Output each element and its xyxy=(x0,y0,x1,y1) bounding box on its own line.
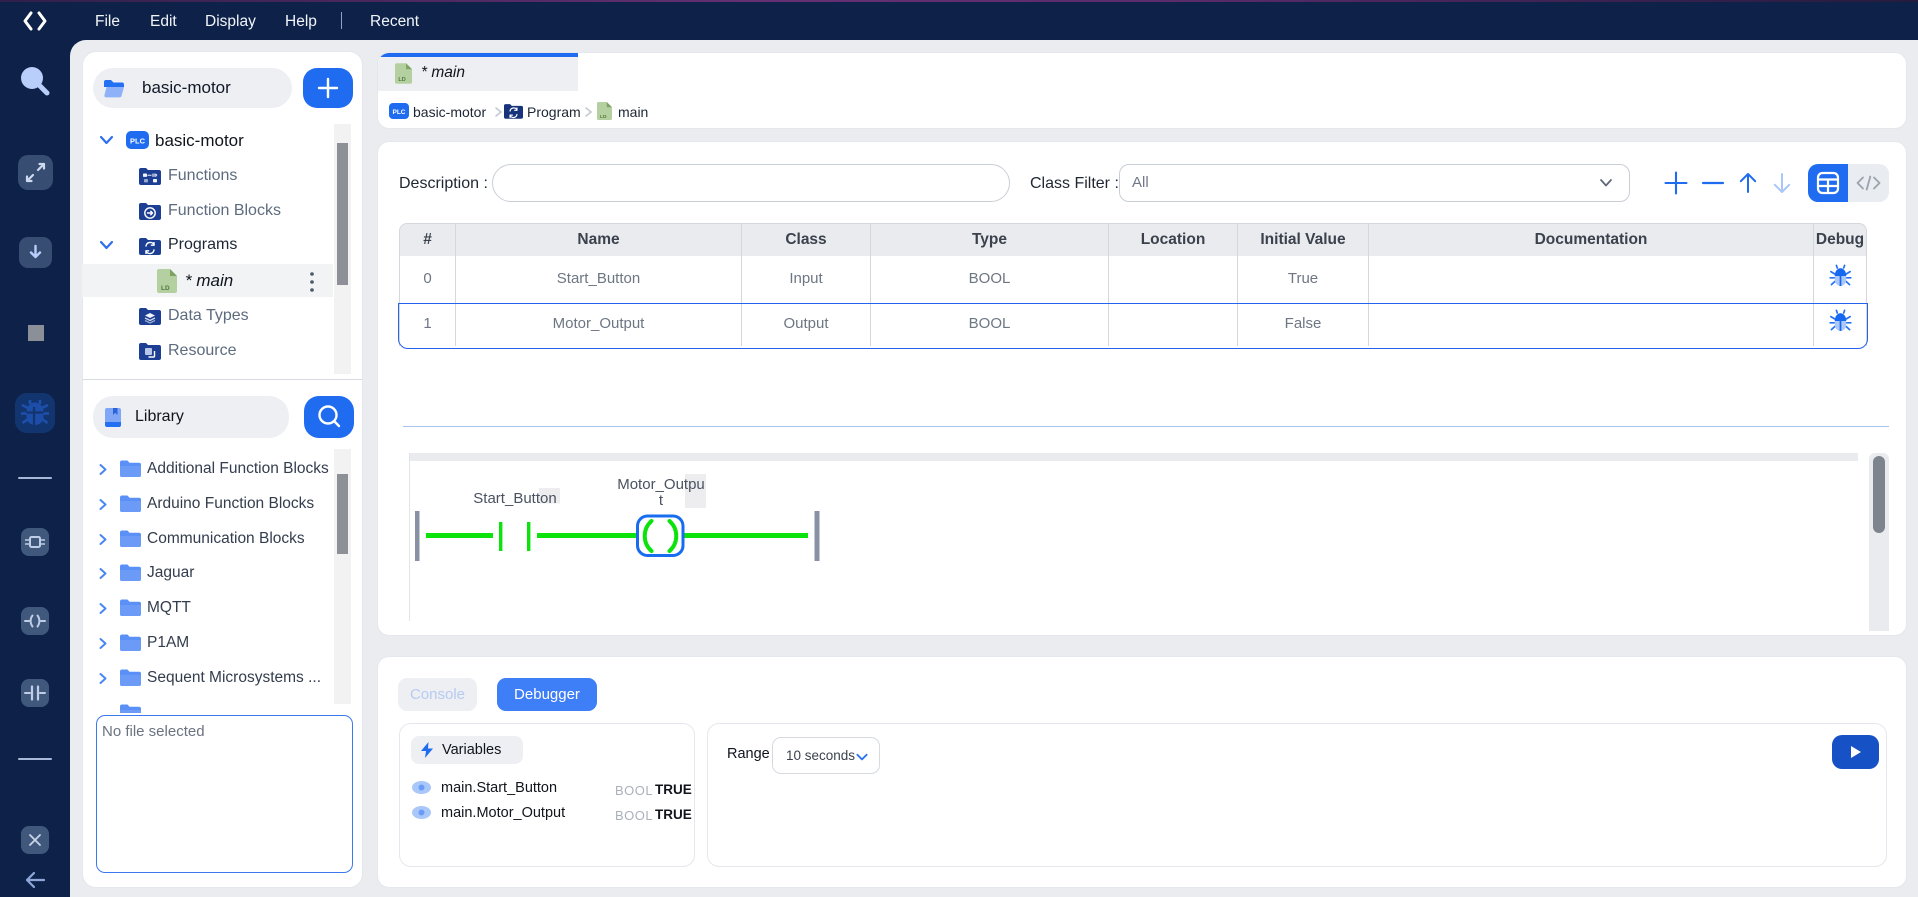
svg-text:LD: LD xyxy=(398,77,405,83)
svg-text:Start_Button: Start_Button xyxy=(473,490,556,507)
svg-text:t: t xyxy=(659,492,664,509)
svg-text:LD: LD xyxy=(161,285,170,292)
svg-text:Motor_Outpu: Motor_Outpu xyxy=(617,476,705,493)
svg-text:LD: LD xyxy=(600,114,607,120)
svg-text:PLC: PLC xyxy=(130,137,146,146)
svg-text:PLC: PLC xyxy=(393,109,406,116)
